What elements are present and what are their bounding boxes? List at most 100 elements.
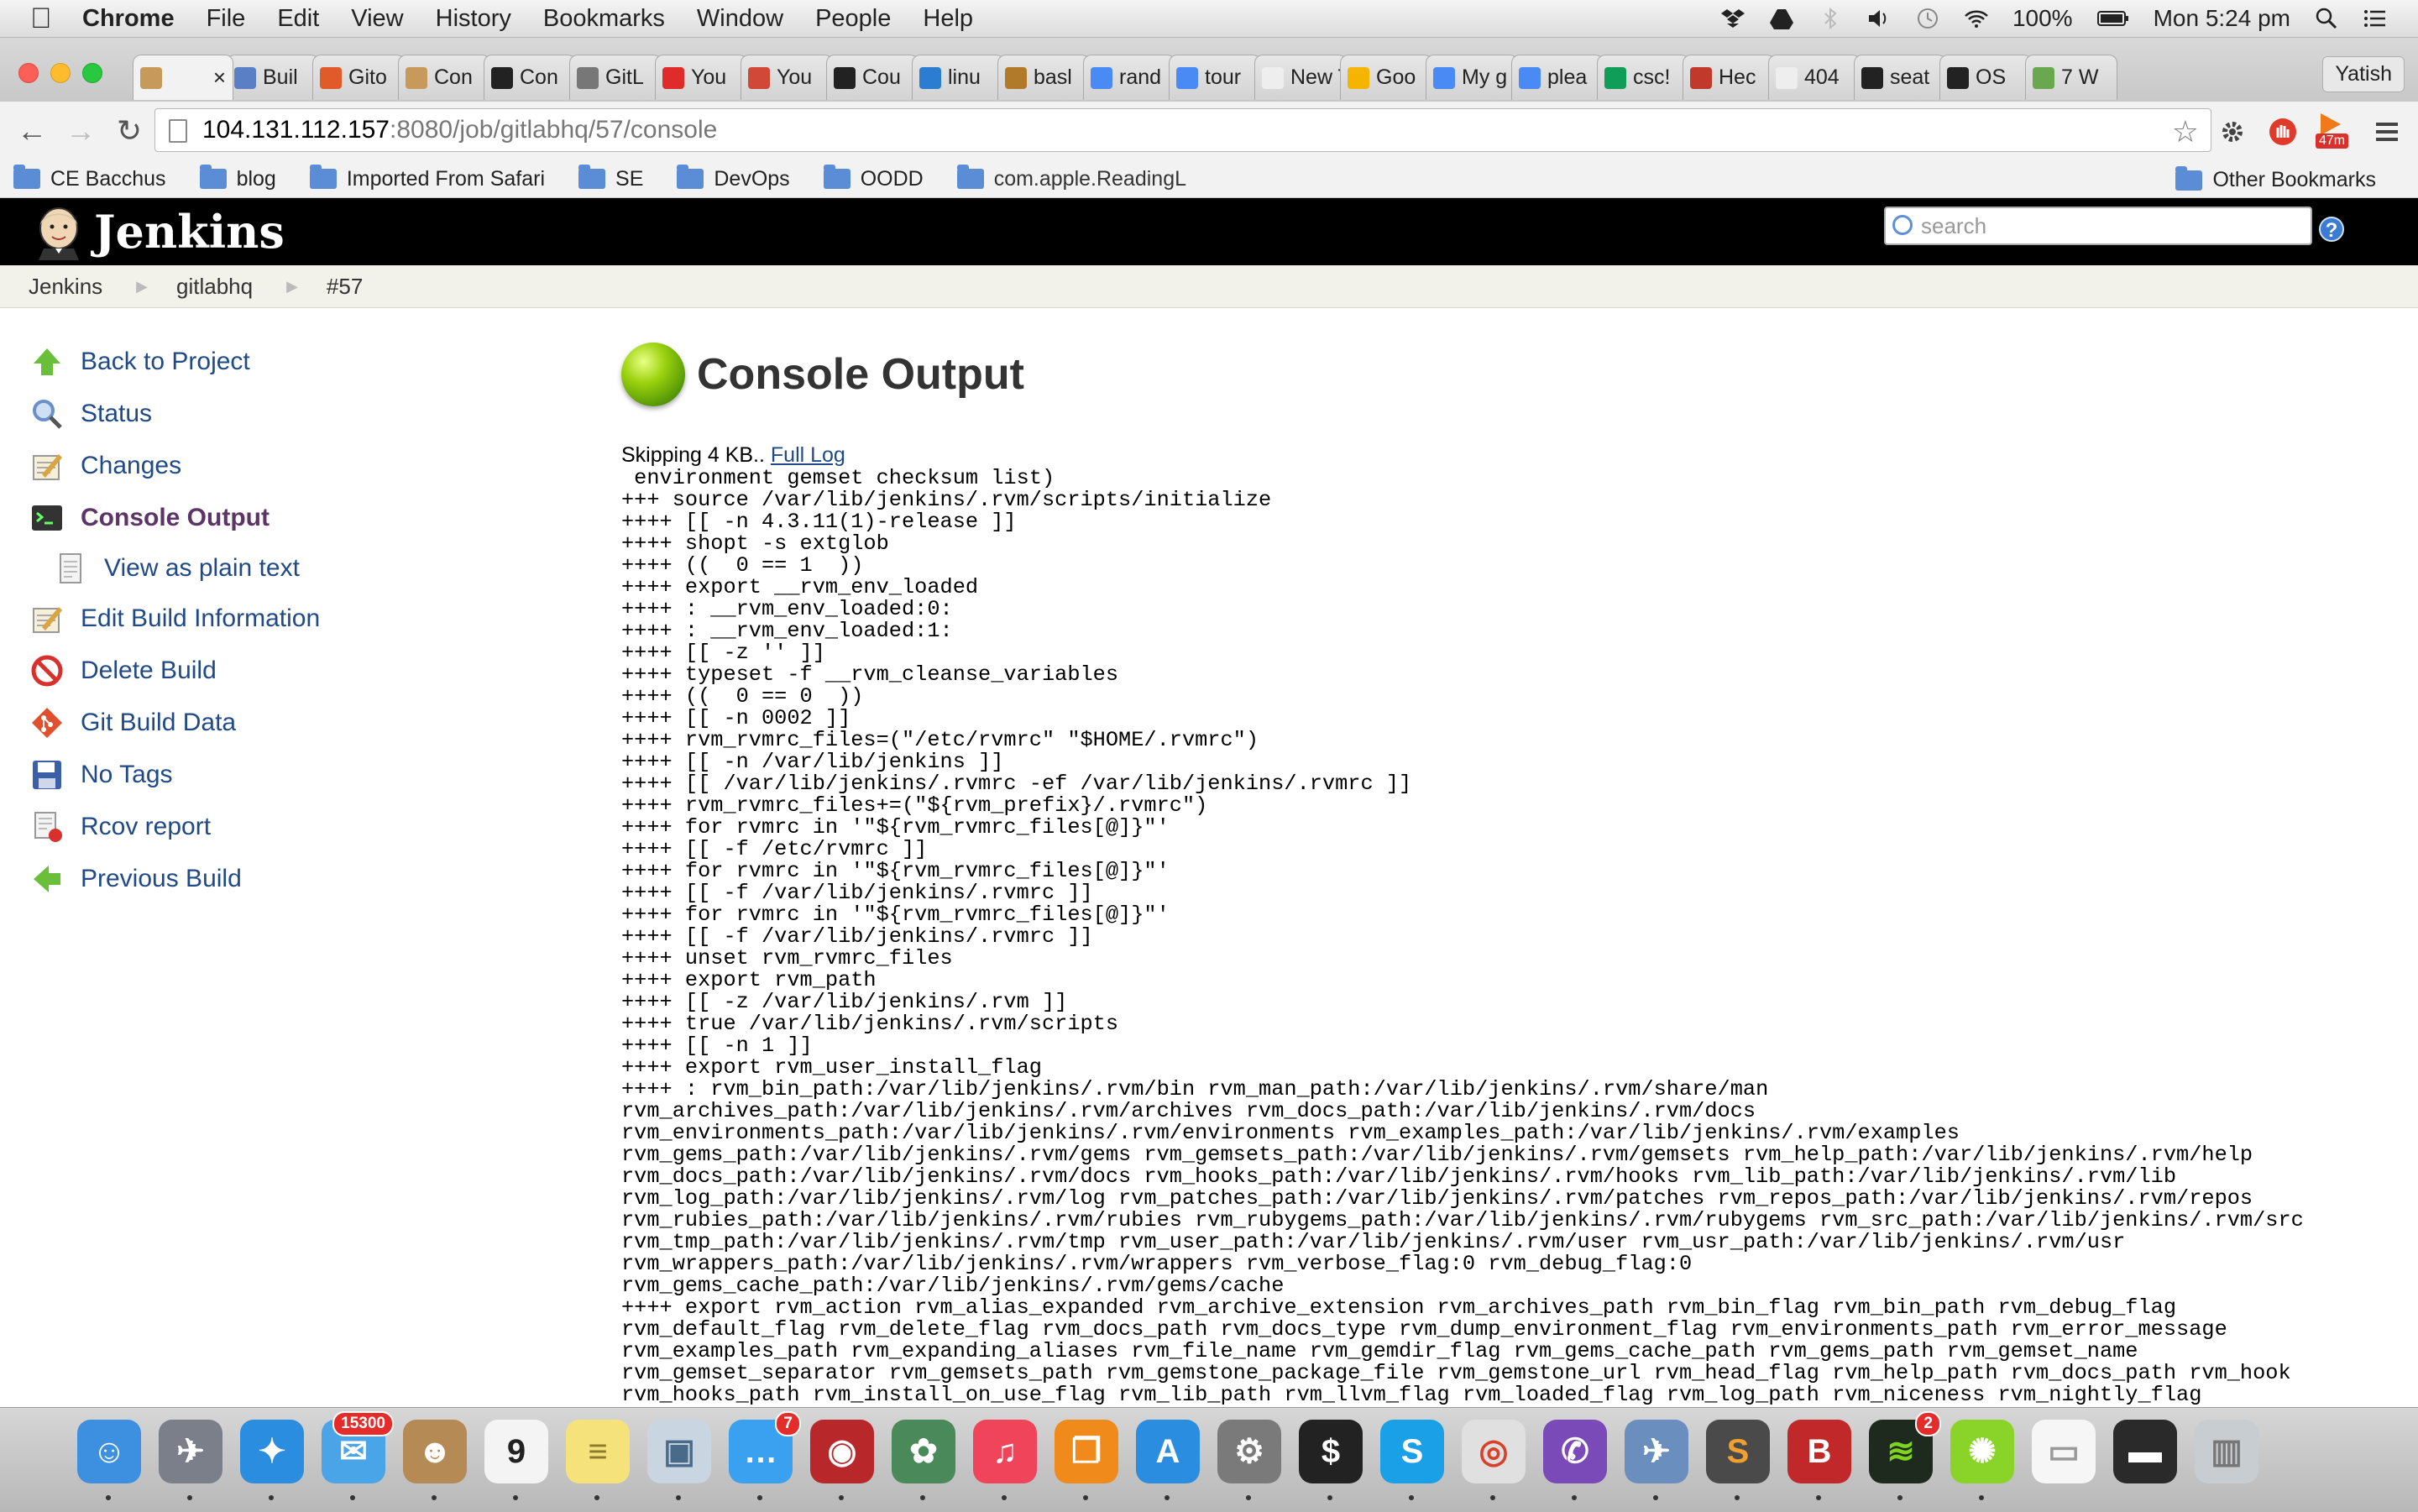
safari-icon[interactable]: ✦ [240,1420,304,1500]
menu-window[interactable]: Window [697,5,783,33]
mail-icon[interactable]: ✉ 15300 [322,1411,394,1500]
app-store-icon[interactable]: A [1136,1420,1200,1500]
browser-tab[interactable]: linu [912,55,1004,100]
menu-app-name[interactable]: Chrome [82,5,175,33]
close-tab-icon[interactable]: × [213,65,226,91]
notes-icon[interactable]: ≡ [566,1420,630,1500]
breadcrumb-project[interactable]: gitlabhq [176,274,253,300]
contacts-icon[interactable]: ☻ [403,1420,467,1500]
itunes-icon[interactable]: ♫ [973,1420,1037,1500]
browser-tab[interactable]: plea [1511,55,1604,100]
messages-icon[interactable]: … 7 [729,1411,801,1500]
menu-help[interactable]: Help [923,5,973,33]
bookmark-devops[interactable]: DevOps [677,165,790,191]
iphoto-icon[interactable]: ✿ [892,1420,955,1500]
profile-button[interactable]: Yatish [2322,56,2405,92]
help-icon[interactable]: ? [2319,217,2344,242]
skype-icon[interactable]: S [1380,1420,1444,1500]
other-bookmarks[interactable]: Other Bookmarks [2175,165,2376,192]
settings-gear-icon[interactable] [2216,116,2248,148]
zoom-window-button[interactable] [82,63,102,83]
browser-tab[interactable]: Buil [227,55,319,100]
time-machine-icon[interactable] [1915,6,1940,31]
breadcrumb-jenkins[interactable]: Jenkins [29,274,102,300]
chrome-icon[interactable]: ◎ [1462,1420,1526,1500]
bookmark-imported-from-safari[interactable]: Imported From Safari [309,165,545,191]
spotify-icon[interactable]: ≋ 2 [1869,1411,1941,1500]
preview-icon[interactable]: ▣ [647,1420,711,1500]
bookmark-ce-bacchus[interactable]: CE Bacchus [13,165,166,191]
browser-tab[interactable]: My g [1426,55,1518,100]
sidebar-item-rcov-report[interactable]: Rcov report [30,801,584,853]
menu-file[interactable]: File [207,5,246,33]
browser-tab[interactable]: × [133,55,233,100]
browser-tab[interactable]: You [655,55,747,100]
sidebar-item-view-as-plain-text[interactable]: View as plain text [54,544,584,593]
menu-edit[interactable]: Edit [277,5,319,33]
sidebar-item-git-build-data[interactable]: Git Build Data [30,697,584,749]
menubar-clock[interactable]: Mon 5:24 pm [2154,5,2290,32]
browser-tab[interactable]: seat [1854,55,1946,100]
document-stack-icon[interactable]: ▭ [2032,1420,2096,1483]
browser-tab[interactable]: GitL [569,55,662,100]
browser-tab[interactable]: 404 [1768,55,1861,100]
battery-icon[interactable] [2096,6,2130,31]
browser-tab[interactable]: csc! [1597,55,1689,100]
breadcrumb-build[interactable]: #57 [327,274,363,300]
sidebar-item-changes[interactable]: Changes [30,440,584,492]
browser-tab[interactable]: basl [997,55,1090,100]
browser-tab[interactable]: New Ta [1254,55,1347,100]
terminal-icon[interactable]: $ [1299,1420,1363,1500]
browser-tab[interactable]: Gito [312,55,405,100]
bluetooth-icon[interactable] [1818,6,1843,31]
dropbox-icon[interactable] [1720,6,1745,31]
timer-extension[interactable]: 47m [2316,112,2351,150]
reload-button[interactable]: ↻ [113,114,146,148]
search-input[interactable]: search [1884,207,2312,245]
close-window-button[interactable] [18,63,39,83]
viber-icon[interactable]: ✆ [1543,1420,1607,1500]
browser-tab[interactable]: tour [1169,55,1261,100]
hand-extension-icon[interactable] [2267,116,2299,148]
trash-icon[interactable]: ▥ [2195,1420,2258,1483]
back-button[interactable]: ← [15,114,49,148]
browser-tab[interactable]: Con [398,55,490,100]
minimize-window-button[interactable] [50,63,71,83]
calendar-icon[interactable]: 9 [484,1420,548,1500]
launchpad-icon[interactable]: ✈ [159,1420,222,1500]
finder-icon[interactable]: ☺ [77,1420,141,1500]
jenkins-title[interactable]: Jenkins [94,205,285,259]
browser-tab[interactable]: You [741,55,833,100]
address-bar[interactable]: 104.131.112.157:8080/job/gitlabhq/57/con… [154,108,2211,152]
bookmark-oodd[interactable]: OODD [823,165,924,191]
preview-eagle-icon[interactable]: ✈ [1625,1420,1688,1500]
sidebar-item-console-output[interactable]: Console Output [30,492,584,544]
browser-tab[interactable]: Cou [826,55,919,100]
sidebar-item-status[interactable]: Status [30,388,584,440]
browser-tab[interactable]: OS [1939,55,2032,100]
bitdefender-icon[interactable]: B [1787,1420,1851,1500]
forward-button[interactable]: → [64,114,97,148]
sidebar-item-previous-build[interactable]: Previous Build [30,853,584,905]
notification-center-icon[interactable] [2363,6,2388,31]
terminal-window-icon[interactable]: ▬ [2113,1420,2177,1483]
apple-menu-icon[interactable]:  [30,4,55,33]
wifi-icon[interactable] [1964,6,1989,31]
browser-tab[interactable]: Hec [1683,55,1775,100]
chrome-menu-icon[interactable] [2371,116,2403,148]
sidebar-item-delete-build[interactable]: Delete Build [30,645,584,697]
limewire-icon[interactable]: ✺ [1950,1420,2014,1500]
sidebar-item-back-to-project[interactable]: Back to Project [30,336,584,388]
menu-people[interactable]: People [815,5,891,33]
menu-history[interactable]: History [436,5,511,33]
system-preferences-icon[interactable]: ⚙ [1217,1420,1281,1500]
sidebar-item-edit-build-information[interactable]: Edit Build Information [30,593,584,645]
browser-tab[interactable]: rand [1083,55,1175,100]
bookmark-star-icon[interactable]: ☆ [2172,114,2199,149]
bookmark-blog[interactable]: blog [199,165,276,191]
browser-tab[interactable]: Con [484,55,576,100]
jenkins-butler-logo-icon[interactable] [32,203,86,260]
menu-bookmarks[interactable]: Bookmarks [543,5,665,33]
browser-tab[interactable]: Goo [1340,55,1432,100]
google-drive-icon[interactable] [1769,6,1794,31]
